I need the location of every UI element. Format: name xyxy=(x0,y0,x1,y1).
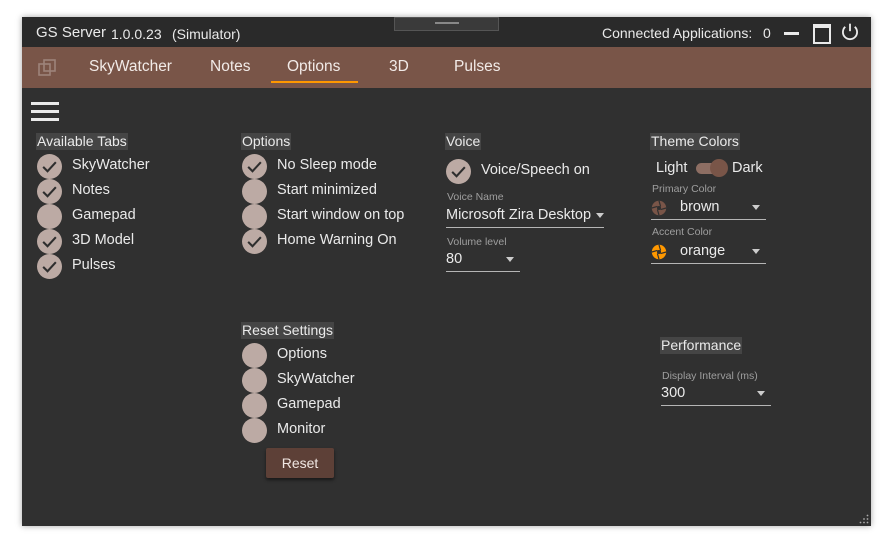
checkbox[interactable] xyxy=(242,229,267,254)
app-version: 1.0.0.23 xyxy=(111,26,162,42)
theme-light-label: Light xyxy=(656,160,688,176)
checkbox[interactable] xyxy=(242,204,267,229)
available-tabs-header: Available Tabs xyxy=(36,133,128,150)
reset-button[interactable]: Reset xyxy=(266,448,334,478)
display-interval-select[interactable]: 300 xyxy=(661,383,771,406)
checkbox-label: Pulses xyxy=(72,257,116,273)
check-icon xyxy=(42,186,57,198)
checkbox-label: Monitor xyxy=(277,421,326,437)
checkbox[interactable] xyxy=(242,154,267,179)
display-interval-label: Display Interval (ms) xyxy=(662,370,758,382)
checkbox[interactable] xyxy=(37,254,62,279)
checkbox-label: Start minimized xyxy=(277,182,377,198)
checkbox-label: SkyWatcher xyxy=(72,157,150,173)
reset-settings-header: Reset Settings xyxy=(241,322,335,339)
theme-toggle-thumb[interactable] xyxy=(710,159,728,177)
checkbox-label: Voice/Speech on xyxy=(481,162,590,178)
palette-icon xyxy=(651,244,667,260)
checkbox-label: No Sleep mode xyxy=(277,157,377,173)
connected-apps-count: 0 xyxy=(763,25,771,41)
checkbox-label: Start window on top xyxy=(277,207,405,223)
voice-header: Voice xyxy=(445,133,482,150)
checkbox[interactable] xyxy=(37,204,62,229)
check-icon xyxy=(42,261,57,273)
app-title: GS Server xyxy=(36,24,107,41)
app-mode: (Simulator) xyxy=(172,26,241,42)
chevron-down-icon xyxy=(757,391,765,396)
title-bar[interactable]: GS Server 1.0.0.23 (Simulator) Connected… xyxy=(22,17,871,47)
connected-apps-label: Connected Applications: xyxy=(602,25,753,41)
tab-options[interactable]: Options xyxy=(287,58,340,76)
check-icon xyxy=(451,166,466,178)
check-icon xyxy=(247,161,262,173)
checkbox[interactable] xyxy=(242,393,267,418)
chevron-down-icon xyxy=(752,249,760,254)
checkbox[interactable] xyxy=(446,159,471,184)
maximize-button[interactable] xyxy=(811,22,833,44)
checkbox[interactable] xyxy=(242,179,267,204)
theme-colors-header: Theme Colors xyxy=(650,133,740,150)
chevron-down-icon xyxy=(596,213,604,218)
voice-name-select[interactable]: Microsoft Zira Desktop xyxy=(446,205,604,228)
tab-notes[interactable]: Notes xyxy=(210,58,251,76)
tab-pulses[interactable]: Pulses xyxy=(454,58,501,76)
palette-icon xyxy=(651,200,667,216)
display-interval-value: 300 xyxy=(661,385,686,401)
checkbox-label: Options xyxy=(277,346,327,362)
check-icon xyxy=(247,236,262,248)
checkbox-label: Gamepad xyxy=(277,396,341,412)
voice-name-label: Voice Name xyxy=(447,191,504,203)
volume-select[interactable]: 80 xyxy=(446,249,520,272)
drag-handle[interactable] xyxy=(394,17,499,31)
performance-header: Performance xyxy=(660,337,743,354)
checkbox-label: SkyWatcher xyxy=(277,371,355,387)
accent-color-select[interactable]: orange xyxy=(651,241,766,264)
check-icon xyxy=(42,236,57,248)
resize-grip-icon[interactable] xyxy=(859,514,869,524)
checkbox-label: Gamepad xyxy=(72,207,136,223)
power-button[interactable] xyxy=(840,22,862,44)
tab-3d[interactable]: 3D xyxy=(389,58,409,76)
menu-icon[interactable] xyxy=(31,102,59,122)
tab-bar: SkyWatcher Notes Options 3D Pulses xyxy=(22,47,871,88)
power-icon xyxy=(842,23,858,41)
chevron-down-icon xyxy=(752,205,760,210)
checkbox[interactable] xyxy=(242,418,267,443)
tab-skywatcher[interactable]: SkyWatcher xyxy=(89,58,172,76)
checkbox-label: Notes xyxy=(72,182,110,198)
popout-icon[interactable] xyxy=(37,58,57,78)
accent-color-label: Accent Color xyxy=(652,226,713,238)
accent-color-value: orange xyxy=(680,243,726,259)
volume-label: Volume level xyxy=(447,236,507,248)
voice-name-value: Microsoft Zira Desktop xyxy=(446,207,592,223)
checkbox-label: Home Warning On xyxy=(277,232,397,248)
primary-color-value: brown xyxy=(680,199,720,215)
grip-icon xyxy=(435,22,459,24)
options-header: Options xyxy=(241,133,292,150)
app-window: GS Server 1.0.0.23 (Simulator) Connected… xyxy=(22,17,871,526)
chevron-down-icon xyxy=(506,257,514,262)
checkbox-label: 3D Model xyxy=(72,232,135,248)
checkbox[interactable] xyxy=(37,154,62,179)
checkbox[interactable] xyxy=(242,368,267,393)
primary-color-select[interactable]: brown xyxy=(651,197,766,220)
minimize-button[interactable] xyxy=(781,22,803,44)
theme-dark-label: Dark xyxy=(732,160,763,176)
checkbox[interactable] xyxy=(37,179,62,204)
checkbox[interactable] xyxy=(37,229,62,254)
volume-value: 80 xyxy=(446,251,463,267)
primary-color-label: Primary Color xyxy=(652,183,717,195)
selected-tab-indicator xyxy=(271,81,358,83)
checkbox[interactable] xyxy=(242,343,267,368)
check-icon xyxy=(42,161,57,173)
